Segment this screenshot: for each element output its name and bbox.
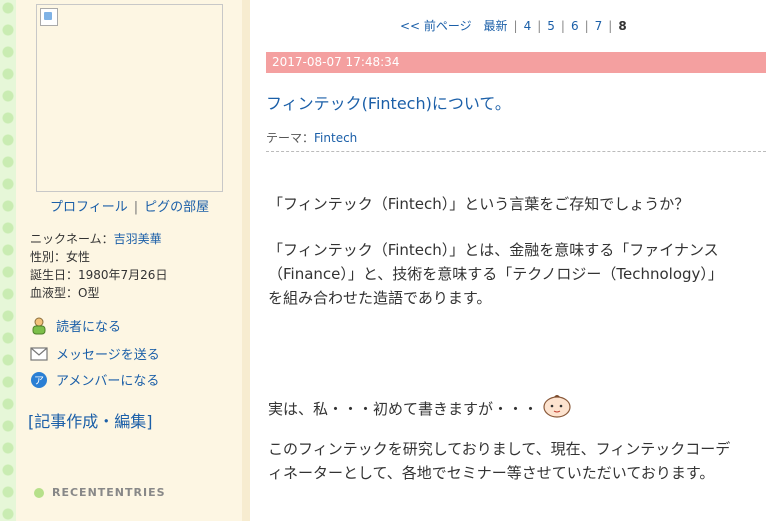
message-link-row[interactable]: メッセージを送る bbox=[30, 344, 160, 363]
page-link-5[interactable]: 5 bbox=[547, 19, 555, 33]
sidebar-edge bbox=[242, 0, 250, 521]
broken-image-icon bbox=[40, 8, 58, 26]
svg-text:ア: ア bbox=[34, 376, 44, 387]
bullet-icon bbox=[34, 487, 44, 498]
paragraph-2-line-2: （Finance）」と、技術を意味する「テクノロジー（Technology）」 bbox=[268, 265, 723, 283]
amember-link-row[interactable]: ア アメンバーになる bbox=[30, 370, 159, 389]
theme-label: テーマ： bbox=[266, 131, 315, 145]
recent-entries-heading: RECENTENTRIES bbox=[34, 486, 166, 499]
paragraph-2-line-1: 「フィンテック（Fintech）」とは、金融を意味する「ファイナンス bbox=[268, 241, 719, 259]
smiling-face-icon bbox=[542, 392, 572, 425]
entry-title[interactable]: フィンテック(Fintech)について。 bbox=[266, 90, 511, 114]
separator: | bbox=[537, 19, 542, 33]
nickname-label: ニックネーム： bbox=[30, 232, 114, 246]
profile-image[interactable] bbox=[36, 4, 223, 192]
paragraph-4-line-1: このフィンテックを研究しておりまして、現在、フィンテックコーデ bbox=[268, 440, 731, 458]
current-page: 8 bbox=[618, 19, 627, 33]
paragraph-1: 「フィンテック（Fintech）」という言葉をご存知でしょうか？ bbox=[268, 195, 690, 213]
separator: | bbox=[584, 19, 589, 33]
reader-link-row[interactable]: 読者になる bbox=[30, 316, 121, 335]
message-link[interactable]: メッセージを送る bbox=[56, 344, 160, 363]
page-link-7[interactable]: 7 bbox=[595, 19, 603, 33]
separator: | bbox=[560, 19, 565, 33]
birthday: 誕生日：1980年7月26日 bbox=[30, 268, 168, 282]
nickname-row: ニックネーム：吉羽美華 bbox=[30, 230, 162, 247]
profile-link[interactable]: プロフィール bbox=[50, 200, 128, 215]
recent-entries-label: RECENTENTRIES bbox=[52, 486, 166, 499]
latest-link[interactable]: 最新 bbox=[484, 19, 508, 33]
reader-link[interactable]: 読者になる bbox=[56, 316, 121, 335]
blood-type: 血液型：O型 bbox=[30, 286, 100, 300]
nickname-link[interactable]: 吉羽美華 bbox=[114, 232, 162, 246]
profile-links: プロフィール | ピグの部屋 bbox=[50, 196, 209, 215]
amember-icon: ア bbox=[30, 371, 48, 389]
decorative-strip bbox=[0, 0, 16, 521]
reader-person-icon bbox=[30, 317, 48, 335]
paragraph-3: 実は、私・・・初めて書きますが・・・ bbox=[268, 392, 768, 425]
amember-link[interactable]: アメンバーになる bbox=[56, 370, 159, 389]
theme-link[interactable]: Fintech bbox=[314, 131, 357, 145]
separator: | bbox=[133, 200, 139, 215]
paragraph-2-line-3: を組み合わせた造語であります。 bbox=[268, 289, 492, 307]
page-link-4[interactable]: 4 bbox=[524, 19, 532, 33]
sidebar: プロフィール | ピグの部屋 ニックネーム：吉羽美華 性別：女性 誕生日：1980年… bbox=[16, 0, 242, 521]
entry-theme: テーマ：Fintech bbox=[266, 129, 766, 152]
page-link-6[interactable]: 6 bbox=[571, 19, 579, 33]
prev-page-link[interactable]: << 前ページ bbox=[400, 19, 472, 33]
entry-datetime: 2017-08-07 17:48:34 bbox=[266, 52, 766, 73]
gender: 性別：女性 bbox=[30, 250, 91, 264]
separator: | bbox=[608, 19, 613, 33]
pig-room-link[interactable]: ピグの部屋 bbox=[144, 200, 209, 215]
envelope-icon bbox=[30, 345, 48, 363]
paragraph-3-text: 実は、私・・・初めて書きますが・・・ bbox=[268, 399, 539, 418]
pagination: << 前ページ 最新 | 4 | 5 | 6 | 7 | 8 bbox=[400, 17, 627, 34]
separator: | bbox=[513, 19, 518, 33]
paragraph-4-line-2: ィネーターとして、各地でセミナー等させていただいております。 bbox=[268, 464, 715, 482]
edit-article-link[interactable]: [記事作成・編集] bbox=[28, 408, 153, 432]
